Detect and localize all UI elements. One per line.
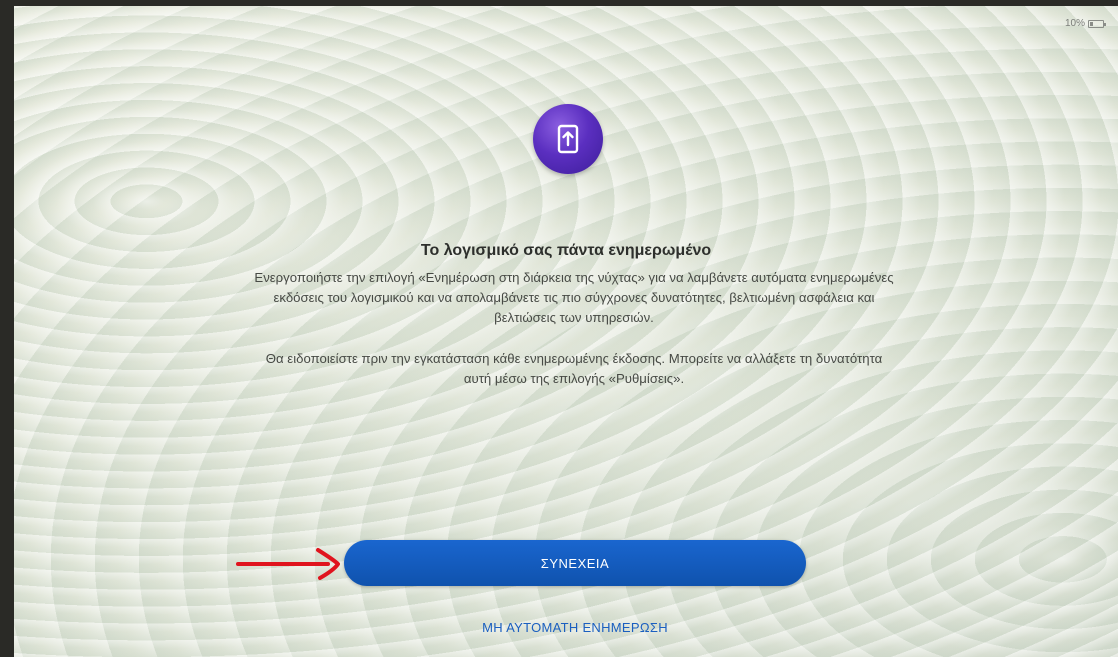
description-line: εκδόσεις του λογισμικού και να απολαμβάν… <box>273 290 875 305</box>
notice-line: αυτή μέσω της επιλογής «Ρυθμίσεις». <box>463 371 685 386</box>
description-line: Ενεργοποιήστε την επιλογή «Ενημέρωση στη… <box>254 270 894 285</box>
continue-button[interactable]: ΣΥΝΕΧΕΙΑ <box>344 540 806 586</box>
battery-icon <box>1088 19 1106 28</box>
description-paragraph: Ενεργοποιήστε την επιλογή «Ενημέρωση στη… <box>124 268 1024 328</box>
description-line: βελτιώσεις των υπηρεσιών. <box>494 310 654 325</box>
continue-button-label: ΣΥΝΕΧΕΙΑ <box>540 555 610 571</box>
phone-update-arrow-icon <box>533 104 603 174</box>
battery-percent: 10% <box>1064 18 1085 29</box>
no-auto-update-button[interactable]: ΜΗ ΑΥΤΟΜΑΤΗ ΕΝΗΜΕΡΩΣΗ <box>344 620 806 635</box>
notice-paragraph: Θα ειδοποιείστε πριν την εγκατάσταση κάθ… <box>124 349 1024 389</box>
setup-screen: 10% Το λογισμικό σας πάντα ενημερωμένο Ε… <box>14 6 1118 657</box>
notice-line: Θα ειδοποιείστε πριν την εγκατάσταση κάθ… <box>265 351 883 366</box>
status-bar-battery: 10% <box>1064 18 1106 29</box>
page-title: Το λογισμικό σας πάντα ενημερωμένο <box>420 242 712 259</box>
red-arrow-icon <box>236 548 340 580</box>
